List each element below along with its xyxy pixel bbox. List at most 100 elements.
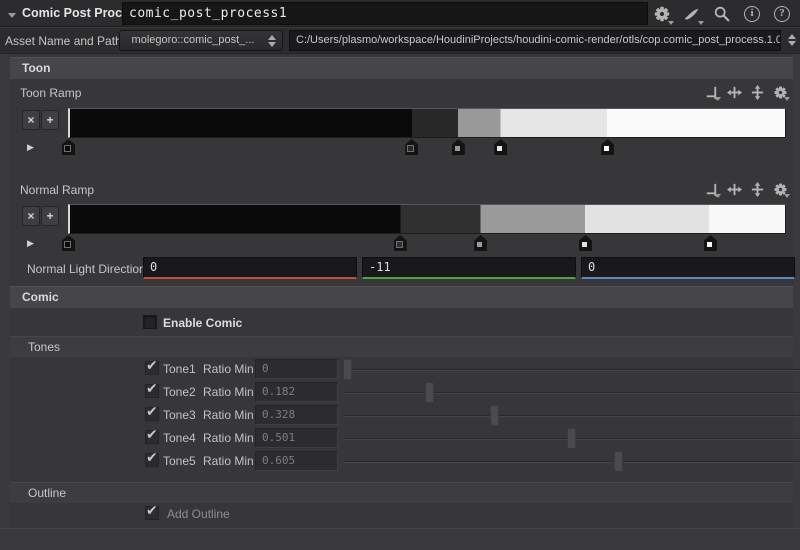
asset-path-field[interactable]: C:/Users/plasmo/workspace/HoudiniProject… xyxy=(289,30,781,51)
gear-menu-caret-icon xyxy=(668,21,674,25)
magnifier-icon[interactable] xyxy=(712,4,732,24)
subsection-header-tones[interactable]: Tones xyxy=(10,336,793,357)
tone3-enable-checkbox[interactable]: ✔ xyxy=(145,407,159,421)
asset-row: Asset Name and Path molegoro::comic_post… xyxy=(0,28,800,54)
enable-comic-checkbox[interactable] xyxy=(143,315,157,329)
tone2-ratio-min-field[interactable]: 0.182 xyxy=(255,382,338,402)
ramp-stop-marker[interactable] xyxy=(579,235,592,251)
normal-ramp-stops xyxy=(68,235,786,252)
toon-ramp-toolbar xyxy=(703,84,788,100)
ramp-stop-marker[interactable] xyxy=(494,139,507,155)
ramp-move-icon[interactable] xyxy=(726,181,742,197)
tone4-enable-checkbox[interactable]: ✔ xyxy=(145,430,159,444)
tone1-enable-checkbox[interactable]: ✔ xyxy=(145,361,159,375)
parameter-pane: Comic Post Process xyxy=(0,0,800,550)
ramp-stop-color xyxy=(64,145,71,152)
ramp-stop-color xyxy=(706,241,713,248)
help-icon[interactable]: ? xyxy=(772,4,792,24)
content-bottom-divider xyxy=(0,528,800,529)
menu-caret-icon xyxy=(715,194,721,198)
normal-ramp-add-button[interactable]: + xyxy=(41,206,59,226)
title-bar: Comic Post Process xyxy=(0,0,800,27)
tone3-ratio-min-field[interactable]: 0.328 xyxy=(255,405,338,425)
asset-name-value: molegoro::comic_post_... xyxy=(132,34,255,46)
ramp-stop-marker[interactable] xyxy=(474,235,487,251)
tone4-ratio-min-field[interactable]: 0.501 xyxy=(255,428,338,448)
asset-name-path-label: Asset Name and Path xyxy=(5,34,122,48)
ramp-stop-marker[interactable] xyxy=(704,235,717,251)
toon-ramp-expander-icon[interactable]: ▶ xyxy=(27,142,34,153)
slider-track xyxy=(343,369,800,371)
normal-ramp-gradient[interactable] xyxy=(68,204,786,234)
normal-ramp-expander-icon[interactable]: ▶ xyxy=(27,238,34,249)
ramp-stop-marker[interactable] xyxy=(452,139,465,155)
brush-menu-caret-icon xyxy=(698,21,704,25)
ramp-stop-marker[interactable] xyxy=(394,235,407,251)
brush-icon[interactable] xyxy=(682,4,702,24)
slider-handle[interactable] xyxy=(614,451,623,472)
slider-handle[interactable] xyxy=(490,405,499,426)
normal-ramp-toolbar xyxy=(703,181,788,197)
subsection-header-outline[interactable]: Outline xyxy=(10,482,793,503)
tone-name-label: Tone3 xyxy=(163,408,196,422)
gear-icon[interactable] xyxy=(652,4,672,24)
toon-ramp-label: Toon Ramp xyxy=(20,86,81,100)
tone-name-label: Tone1 xyxy=(163,362,196,376)
toon-ramp-clear-button[interactable]: × xyxy=(22,110,40,130)
pane-collapse-arrow-icon[interactable] xyxy=(8,13,16,18)
ramp-stop-color xyxy=(581,241,588,248)
ramp-stop-color xyxy=(476,241,483,248)
tone-row: ✔Tone3Ratio Min0.328 xyxy=(10,404,793,427)
info-icon[interactable]: i xyxy=(742,4,762,24)
normal-light-direction-x-field[interactable]: 0 xyxy=(143,257,357,279)
ratio-min-label: Ratio Min xyxy=(203,385,254,399)
normal-ramp-clear-button[interactable]: × xyxy=(22,206,40,226)
ramp-revert-icon[interactable] xyxy=(703,84,719,100)
ratio-min-label: Ratio Min xyxy=(203,362,254,376)
slider-handle[interactable] xyxy=(343,359,352,380)
ratio-min-label: Ratio Min xyxy=(203,431,254,445)
section-header-comic[interactable]: Comic xyxy=(10,286,793,308)
tone5-ratio-min-field[interactable]: 0.605 xyxy=(255,451,338,471)
tone5-ratio-min-slider[interactable] xyxy=(343,450,800,473)
slider-track xyxy=(343,415,800,417)
path-spinner-icon[interactable] xyxy=(788,33,797,47)
ramp-stop-color xyxy=(496,145,503,152)
menu-caret-icon xyxy=(784,194,790,198)
toon-ramp-gradient[interactable] xyxy=(68,108,786,138)
slider-track xyxy=(343,461,800,463)
asset-name-dropdown[interactable]: molegoro::comic_post_... xyxy=(119,30,283,51)
ramp-scale-icon[interactable] xyxy=(749,84,765,100)
ramp-move-icon[interactable] xyxy=(726,84,742,100)
tone-name-label: Tone4 xyxy=(163,431,196,445)
tone-row: ✔ Tone2 Ratio Min0.182 xyxy=(10,381,793,404)
tone4-ratio-min-slider[interactable] xyxy=(343,427,800,450)
normal-ramp-label: Normal Ramp xyxy=(20,183,94,197)
slider-handle[interactable] xyxy=(567,428,576,449)
tone-name-label: Tone2 xyxy=(163,385,196,399)
normal-light-direction-z-field[interactable]: 0 xyxy=(581,257,795,279)
ratio-min-label: Ratio Min xyxy=(203,454,254,468)
toon-ramp-add-button[interactable]: + xyxy=(41,110,59,130)
add-outline-checkbox[interactable]: ✔ xyxy=(145,506,159,520)
add-outline-label: Add Outline xyxy=(167,507,230,521)
ramp-stop-marker[interactable] xyxy=(601,139,614,155)
ramp-menu-gear-icon[interactable] xyxy=(772,181,788,197)
ramp-menu-gear-icon[interactable] xyxy=(772,84,788,100)
tone2-enable-checkbox[interactable]: ✔ xyxy=(145,384,159,398)
normal-light-direction-label: Normal Light Direction xyxy=(27,262,146,276)
normal-light-direction-y-field[interactable]: -11 xyxy=(362,257,576,279)
tone5-enable-checkbox[interactable]: ✔ xyxy=(145,453,159,467)
node-name-input[interactable] xyxy=(122,2,648,25)
tone1-ratio-min-field[interactable]: 0 xyxy=(255,359,338,379)
tone2-ratio-min-slider[interactable] xyxy=(343,381,800,404)
ramp-revert-icon[interactable] xyxy=(703,181,719,197)
ramp-stop-marker[interactable] xyxy=(405,139,418,155)
slider-handle[interactable] xyxy=(425,382,434,403)
tone1-ratio-min-slider[interactable] xyxy=(343,358,800,381)
section-header-toon[interactable]: Toon xyxy=(10,57,793,79)
dropdown-spinner-icon[interactable] xyxy=(268,34,277,48)
tone3-ratio-min-slider[interactable] xyxy=(343,404,800,427)
ramp-scale-icon[interactable] xyxy=(749,181,765,197)
enable-comic-label: Enable Comic xyxy=(163,316,242,330)
